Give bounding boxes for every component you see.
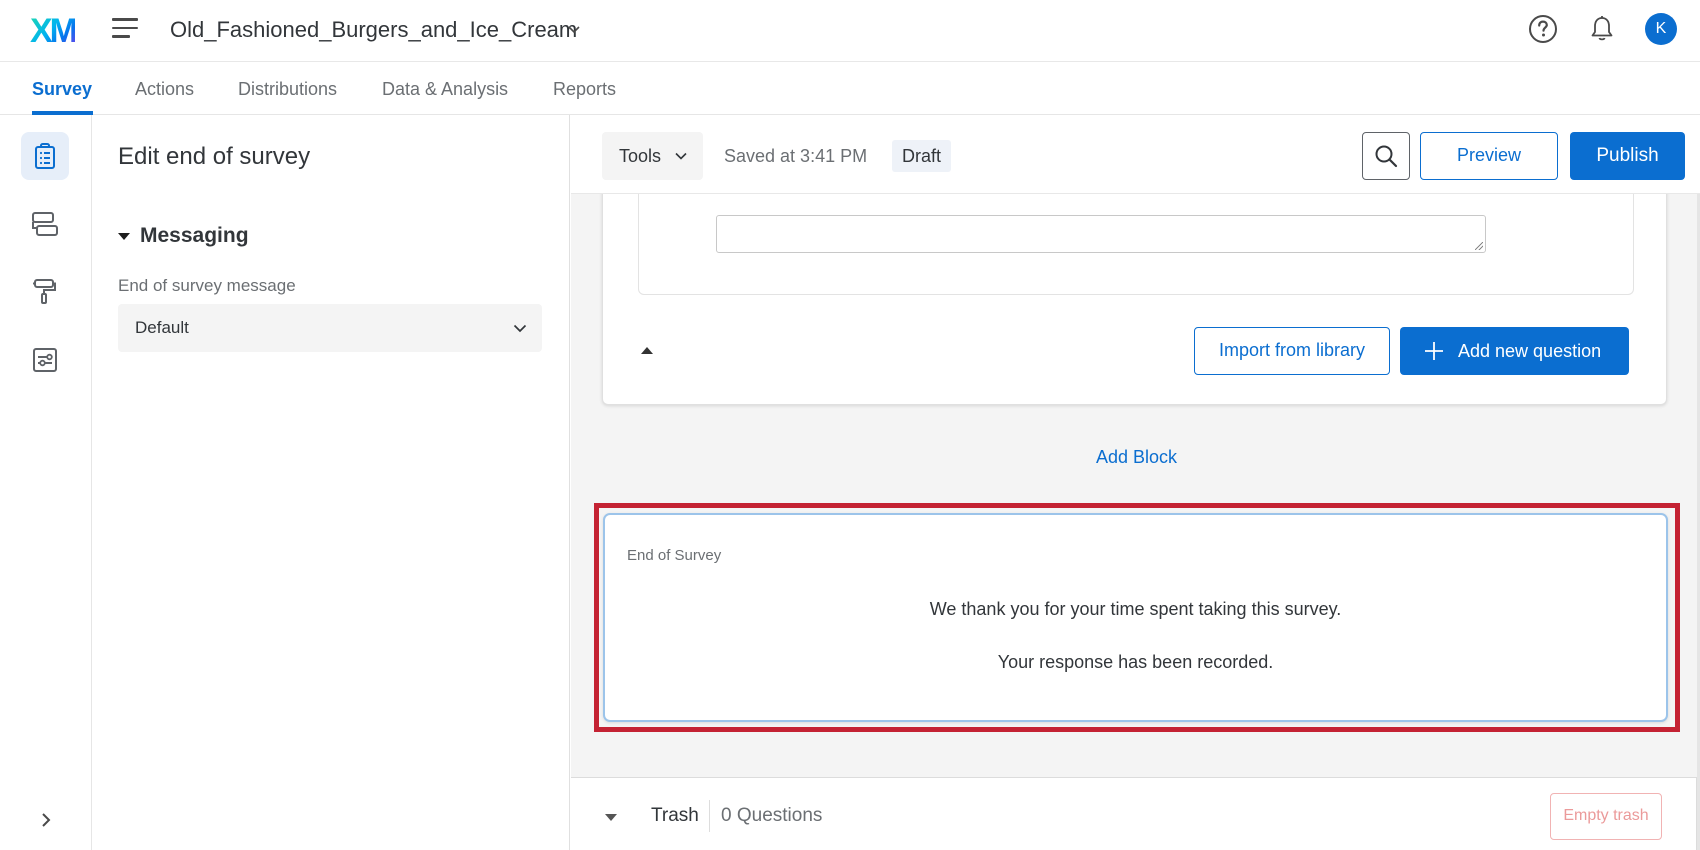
xm-logo[interactable]: XM bbox=[30, 12, 78, 51]
import-from-library-button[interactable]: Import from library bbox=[1194, 327, 1390, 375]
tab-data-analysis[interactable]: Data & Analysis bbox=[382, 79, 508, 100]
add-new-question-button[interactable]: Add new question bbox=[1400, 327, 1629, 375]
survey-toolbar: Tools Saved at 3:41 PM Draft Preview Pub… bbox=[571, 115, 1700, 194]
search-icon bbox=[1375, 145, 1398, 168]
resize-handle[interactable] bbox=[1475, 242, 1483, 250]
add-block-link[interactable]: Add Block bbox=[1096, 447, 1177, 468]
text-entry-field[interactable] bbox=[716, 215, 1486, 253]
bell-icon[interactable] bbox=[1586, 13, 1618, 45]
trash-label: Trash bbox=[651, 805, 699, 826]
tab-distributions[interactable]: Distributions bbox=[238, 79, 337, 100]
chevron-down-icon bbox=[675, 152, 687, 160]
left-icon-rail bbox=[0, 115, 92, 850]
empty-trash-button[interactable]: Empty trash bbox=[1550, 793, 1662, 840]
rail-survey-button[interactable] bbox=[21, 132, 69, 180]
edit-panel: Edit end of survey Messaging End of surv… bbox=[92, 115, 570, 850]
survey-options-sliders-icon bbox=[33, 348, 57, 372]
end-of-survey-message-select[interactable]: Default bbox=[118, 304, 542, 352]
plus-icon bbox=[1425, 342, 1443, 360]
help-icon[interactable] bbox=[1527, 13, 1559, 45]
survey-flow-icon bbox=[32, 212, 58, 236]
saved-status: Saved at 3:41 PM bbox=[724, 146, 868, 166]
tab-reports[interactable]: Reports bbox=[553, 79, 616, 100]
tab-survey[interactable]: Survey bbox=[32, 79, 92, 100]
status-badge: Draft bbox=[892, 140, 952, 172]
chevron-right-icon[interactable] bbox=[36, 808, 56, 832]
publish-button[interactable]: Publish bbox=[1570, 132, 1685, 180]
add-new-question-label: Add new question bbox=[1458, 341, 1602, 361]
survey-clipboard-icon bbox=[35, 143, 55, 169]
expand-trash-icon[interactable] bbox=[605, 814, 617, 821]
tools-label: Tools bbox=[619, 146, 662, 166]
chevron-down-icon bbox=[513, 324, 527, 333]
panel-title: Edit end of survey bbox=[118, 143, 311, 170]
end-of-survey-label: End of Survey bbox=[627, 547, 722, 564]
tab-actions[interactable]: Actions bbox=[135, 79, 194, 100]
look-and-feel-paint-roller-icon bbox=[33, 279, 56, 304]
select-value: Default bbox=[135, 318, 189, 337]
menu-icon[interactable] bbox=[112, 18, 138, 40]
preview-button[interactable]: Preview bbox=[1420, 132, 1558, 180]
end-of-survey-message-line-1: We thank you for your time spent taking … bbox=[929, 599, 1342, 619]
project-title[interactable]: Old_Fashioned_Burgers_and_Ice_Cream bbox=[170, 17, 577, 43]
rail-survey-options-button[interactable] bbox=[21, 336, 69, 384]
messaging-section-toggle[interactable]: Messaging bbox=[118, 224, 249, 248]
main-tabs: Survey Actions Distributions Data & Anal… bbox=[0, 62, 1700, 115]
search-button[interactable] bbox=[1362, 132, 1410, 180]
divider bbox=[709, 800, 710, 832]
collapse-block-icon[interactable] bbox=[641, 347, 653, 354]
end-of-survey-card[interactable]: End of Survey We thank you for your time… bbox=[603, 513, 1668, 722]
top-header: XM Old_Fashioned_Burgers_and_Ice_Cream K bbox=[0, 0, 1700, 62]
tools-button[interactable]: Tools bbox=[602, 132, 703, 180]
trash-block: Trash 0 Questions Empty trash bbox=[571, 777, 1697, 850]
rail-look-and-feel-button[interactable] bbox=[21, 268, 69, 316]
chevron-down-icon[interactable] bbox=[566, 21, 582, 37]
end-of-survey-message-line-2: Your response has been recorded. bbox=[997, 652, 1274, 672]
rail-survey-flow-button[interactable] bbox=[21, 200, 69, 248]
section-title: Messaging bbox=[140, 224, 249, 247]
trash-count: 0 Questions bbox=[721, 805, 823, 826]
caret-down-icon bbox=[118, 232, 130, 240]
survey-canvas: Tools Saved at 3:41 PM Draft Preview Pub… bbox=[571, 115, 1700, 850]
end-of-survey-message-label: End of survey message bbox=[118, 276, 296, 295]
avatar[interactable]: K bbox=[1645, 13, 1677, 45]
